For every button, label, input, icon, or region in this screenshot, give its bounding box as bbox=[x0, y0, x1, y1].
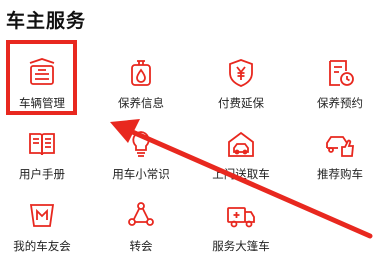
highlight-box bbox=[6, 40, 77, 115]
service-truck-icon bbox=[225, 200, 257, 232]
service-label: 推荐购车 bbox=[317, 167, 363, 181]
yen-shield-icon bbox=[225, 57, 257, 89]
service-label: 我的车友会 bbox=[13, 239, 71, 253]
service-user-manual[interactable]: 用户手册 bbox=[0, 128, 90, 198]
service-car-tips[interactable]: 用车小常识 bbox=[93, 128, 189, 198]
service-transfer[interactable]: 转会 bbox=[93, 200, 189, 270]
service-label: 用户手册 bbox=[19, 167, 65, 181]
oil-can-icon bbox=[125, 57, 157, 89]
service-label: 用车小常识 bbox=[112, 167, 170, 181]
service-maintenance-info[interactable]: 保养信息 bbox=[93, 57, 189, 127]
service-label: 保养信息 bbox=[118, 96, 164, 110]
club-m-icon bbox=[26, 200, 58, 232]
service-label: 保养预约 bbox=[317, 96, 363, 110]
service-door-pickup[interactable]: 上门送取车 bbox=[193, 128, 289, 198]
service-maintenance-booking[interactable]: 保养预约 bbox=[292, 57, 388, 127]
service-paid-warranty[interactable]: 付费延保 bbox=[193, 57, 289, 127]
service-caravan[interactable]: 服务大篷车 bbox=[193, 200, 289, 270]
service-label: 付费延保 bbox=[218, 96, 264, 110]
door-car-icon bbox=[225, 128, 257, 160]
service-label: 上门送取车 bbox=[212, 167, 270, 181]
lightbulb-icon bbox=[125, 128, 157, 160]
manual-book-icon bbox=[26, 128, 58, 160]
share-nodes-icon bbox=[125, 200, 157, 232]
service-label: 转会 bbox=[129, 239, 153, 253]
car-thumbs-up-icon bbox=[324, 128, 356, 160]
service-car-club[interactable]: 我的车友会 bbox=[0, 200, 90, 270]
receipt-clock-icon bbox=[324, 57, 356, 89]
service-label: 服务大篷车 bbox=[212, 239, 270, 253]
service-grid: 车辆管理 保养信息 付费延保 保养预约 用户手册 用车小常识 上门送取车 推荐购… bbox=[0, 0, 390, 253]
service-recommend-purchase[interactable]: 推荐购车 bbox=[292, 128, 388, 198]
